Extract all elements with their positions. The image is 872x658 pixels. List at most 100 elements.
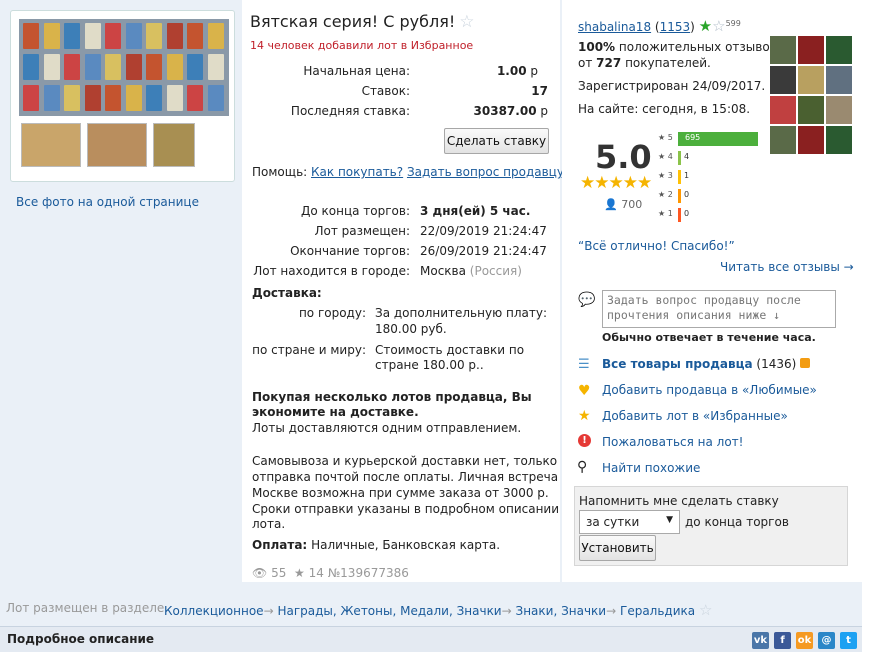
seller-badge [826, 66, 852, 94]
rss-icon[interactable] [800, 358, 811, 368]
star-icon: ★ [293, 566, 305, 580]
photo-badge [146, 23, 162, 49]
photo-badge [146, 85, 162, 111]
complain-link[interactable]: Пожаловаться на лот! [602, 435, 744, 449]
help-label: Помощь: [252, 165, 308, 179]
seller-badge [770, 66, 796, 94]
breadcrumb-sep: → [263, 604, 274, 618]
five-stars-icon: ★★★★★ [580, 173, 652, 193]
payment-value: Наличные, Банковская карта. [311, 538, 501, 552]
last-bid-value: 30387.00 р [242, 104, 548, 118]
reminder-title: Напомнить мне сделать ставку [579, 494, 779, 508]
photo-badge [105, 85, 121, 111]
how-to-buy-link[interactable]: Как покупать? [311, 165, 403, 179]
photo-badge [207, 85, 224, 111]
dropdown-arrow-icon: ▼ [666, 515, 673, 525]
rating-row-star-label: ★ 1 [658, 209, 673, 218]
ask-seller-link[interactable]: Задать вопрос продавцу [407, 165, 564, 179]
thumbnail-2[interactable] [87, 123, 147, 167]
breadcrumb-item[interactable]: Награды, Жетоны, Медали, Значки [277, 604, 501, 618]
score-value: 5.0 [595, 138, 652, 176]
photo-badge [84, 23, 101, 49]
placed-label: Лот размещен: [314, 224, 410, 238]
green-star-icon: ★ [698, 17, 713, 35]
rating-row-count: 4 [684, 152, 690, 161]
note-line-3: Москве возможна при сумме заказа от 3000… [252, 486, 549, 500]
currency: р [530, 64, 538, 78]
registered-text: Зарегистрирован 24/09/2017. [578, 79, 766, 93]
rating-bar [678, 170, 681, 184]
seller-badge [798, 36, 824, 64]
last-bid: 30387.00 [473, 104, 537, 118]
help-row: Помощь: Как покупать? Задать вопрос прод… [252, 165, 564, 179]
make-bid-button[interactable]: Сделать ставку [444, 128, 549, 154]
star-outline-icon[interactable]: ☆ [459, 12, 474, 32]
city-value: Москва (Россия) [420, 264, 522, 278]
find-similar-link[interactable]: Найти похожие [602, 461, 700, 475]
photo-badge [23, 54, 39, 80]
lot-title: Вятская серия! С рубля! ☆ [250, 12, 474, 32]
photo-badge [84, 54, 101, 80]
facebook-icon[interactable]: f [774, 632, 791, 649]
breadcrumb-item[interactable]: Геральдика [620, 604, 695, 618]
person-icon: 👤 [604, 198, 618, 211]
end-value: 26/09/2019 21:24:47 [420, 244, 547, 258]
positive-row: 100% положительных отзывов [578, 40, 777, 54]
breadcrumb-item[interactable]: Знаки, Значки [516, 604, 607, 618]
add-fav-lot-link[interactable]: Добавить лот в «Избранные» [602, 409, 788, 423]
thumbnail-3[interactable] [153, 123, 195, 167]
seller-rating-link[interactable]: 1153 [660, 20, 691, 34]
chat-bubble-icon: 💬 [578, 292, 596, 308]
city-label: Лот находится в городе: [253, 264, 410, 278]
rating-bar [678, 189, 681, 203]
seller-badges-image[interactable] [770, 36, 854, 158]
delivery-city-label: по городу: [298, 306, 366, 320]
lot-title-text: Вятская серия! С рубля! [250, 12, 456, 31]
rating-bar [678, 208, 681, 222]
breadcrumb-item[interactable]: Коллекционное [164, 604, 264, 618]
alert-icon: ! [578, 434, 591, 447]
description-title: Подробное описание [7, 632, 155, 646]
thumbnail-1[interactable] [21, 123, 81, 167]
star-outline-icon[interactable]: ☆ [699, 601, 712, 619]
all-goods-link[interactable]: Все товары продавца [602, 357, 753, 371]
payment-row: Оплата: Наличные, Банковская карта. [252, 538, 500, 552]
all-goods-row: Все товары продавца (1436) [602, 357, 811, 371]
vk-icon[interactable]: vk [752, 632, 769, 649]
delivery-world-label: по стране и миру: [252, 343, 366, 357]
ends-in-label: До конца торгов: [300, 204, 410, 218]
seller-badge [770, 96, 796, 124]
note-line-1: Самовывоза и курьерской доставки нет, то… [252, 454, 558, 468]
seller-badge [798, 96, 824, 124]
seller-name-link[interactable]: shabalina18 [578, 20, 651, 34]
mailru-icon[interactable]: @ [818, 632, 835, 649]
favorites-count: 14 человек добавили лот в Избранное [250, 39, 474, 52]
badge-number: 599 [725, 19, 741, 28]
note-line-5: лота. [252, 517, 286, 531]
lot-info: Вятская серия! С рубля! ☆ 14 человек доба… [242, 0, 569, 582]
delivery-label: Доставка: [252, 286, 322, 300]
ask-question-textarea[interactable]: Задать вопрос продавцу после прочтения о… [602, 290, 836, 328]
odnoklassniki-icon[interactable]: ok [796, 632, 813, 649]
start-price: 1.00 [496, 64, 527, 78]
set-reminder-button[interactable]: Установить [579, 535, 656, 561]
photo-badge [166, 54, 183, 80]
end-label: Окончание торгов: [290, 244, 410, 258]
buyers-text: покупателей. [625, 56, 711, 70]
rating-row-count: 0 [684, 190, 690, 199]
seller-badge [798, 126, 824, 154]
promo-line-3: Лоты доставляются одним отправлением. [252, 421, 522, 435]
description-header: Подробное описание vk f ok @ t [0, 626, 862, 652]
breadcrumb: Лот размещен в разделе Коллекционное→ На… [0, 582, 862, 626]
delivery-city-price: 180.00 руб. [375, 322, 447, 336]
add-fav-seller-link[interactable]: Добавить продавца в «Любимые» [602, 383, 817, 397]
reminder-select[interactable]: за сутки ▼ [579, 510, 680, 534]
photo-badge [105, 23, 121, 49]
twitter-icon[interactable]: t [840, 632, 857, 649]
rating-row-count: 695 [685, 133, 701, 142]
positive-pct: 100% [578, 40, 616, 54]
all-photos-link[interactable]: Все фото на одной странице [16, 195, 199, 209]
read-all-reviews-link[interactable]: Читать все отзывы → [720, 260, 854, 274]
ends-in-value: 3 дня(ей) 5 час. [420, 204, 531, 218]
main-photo[interactable] [19, 19, 229, 116]
